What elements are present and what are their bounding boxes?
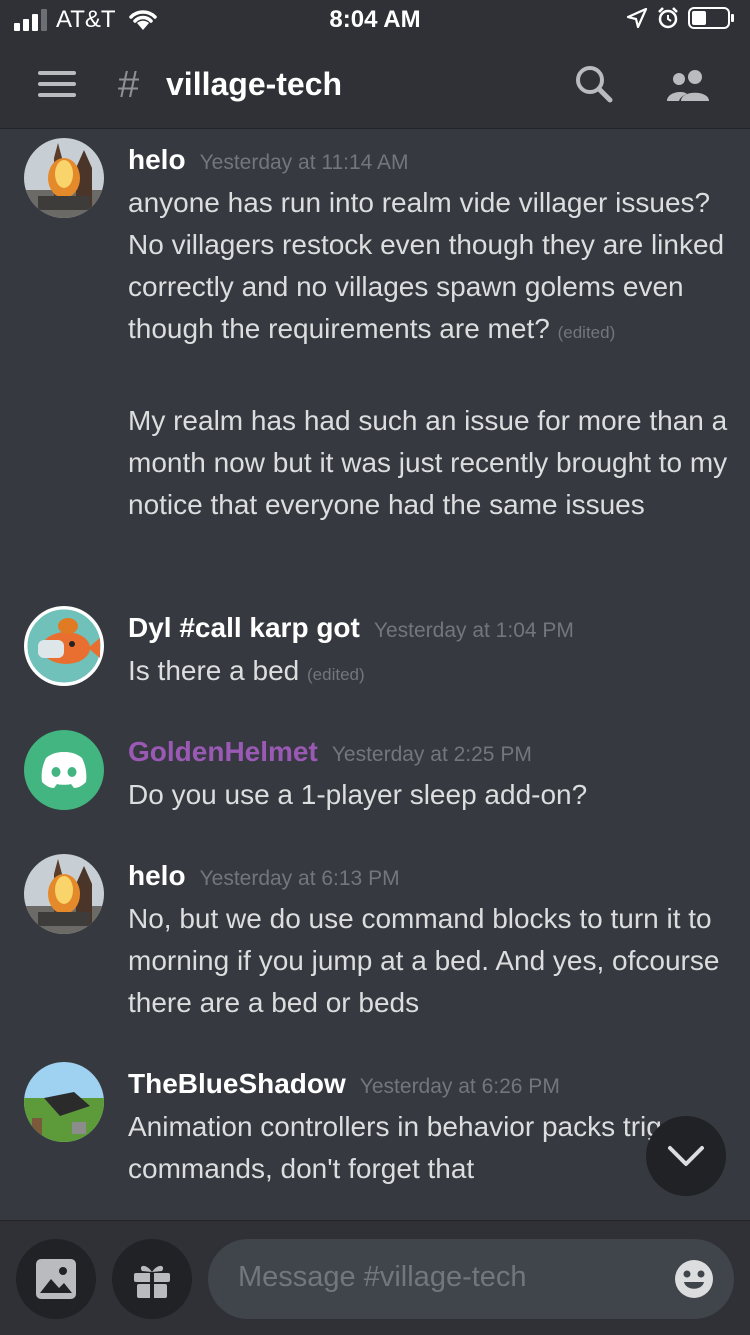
avatar-theblueshadow[interactable]: [24, 1062, 104, 1142]
message-text: Is there a bed (edited): [128, 655, 365, 686]
avatar-helo[interactable]: [24, 854, 104, 934]
message-text: Do you use a 1-player sleep add-on?: [128, 779, 588, 810]
avatar-dyl[interactable]: [24, 606, 104, 686]
message-text: anyone has run into realm vide villager …: [128, 187, 725, 344]
message-timestamp: Yesterday at 2:25 PM: [331, 743, 532, 766]
message-author[interactable]: GoldenHelmet: [128, 736, 318, 767]
gift-icon: [134, 1265, 170, 1298]
edited-tag: (edited): [307, 665, 365, 684]
channel-header: # village-tech: [0, 40, 750, 129]
message-text: No, but we do use command blocks to turn…: [128, 903, 720, 1018]
image-icon: [36, 1259, 76, 1299]
message-author[interactable]: TheBlueShadow: [128, 1068, 346, 1099]
message-timestamp: Yesterday at 6:13 PM: [199, 867, 400, 890]
menu-icon[interactable]: [38, 70, 76, 98]
message-author[interactable]: Dyl #call karp got: [128, 612, 360, 643]
jump-to-present-button[interactable]: [646, 1116, 726, 1196]
status-bar: AT&T 8:04 AM: [0, 0, 750, 40]
chevron-down-icon: [668, 1146, 704, 1166]
message-author[interactable]: helo: [128, 860, 186, 891]
edited-tag: (edited): [557, 323, 616, 342]
members-icon[interactable]: [665, 68, 713, 102]
message-text: Animation controllers in behavior packs …: [128, 1111, 703, 1184]
message-text: My realm has had such an issue for more …: [128, 405, 728, 520]
search-icon[interactable]: [574, 64, 614, 104]
emoji-icon[interactable]: [674, 1259, 714, 1299]
gift-button[interactable]: [112, 1239, 192, 1319]
alarm-icon: [658, 7, 678, 29]
composer-bar: Message #village-tech: [0, 1220, 750, 1335]
discord-logo-icon: [41, 752, 87, 788]
message-timestamp: Yesterday at 11:14 AM: [199, 151, 409, 174]
message-input[interactable]: Message #village-tech: [208, 1239, 734, 1319]
channel-hash-icon: #: [118, 64, 140, 106]
message-input-placeholder: Message #village-tech: [238, 1261, 527, 1293]
message-timestamp: Yesterday at 1:04 PM: [373, 619, 574, 642]
avatar-goldenhelmet[interactable]: [24, 730, 104, 810]
attach-image-button[interactable]: [16, 1239, 96, 1319]
channel-name: village-tech: [166, 66, 343, 102]
message-timestamp: Yesterday at 6:26 PM: [359, 1075, 560, 1098]
battery-icon: [688, 7, 734, 29]
avatar-helo[interactable]: [24, 138, 104, 218]
message-author[interactable]: helo: [128, 144, 186, 175]
location-icon: [626, 7, 648, 29]
